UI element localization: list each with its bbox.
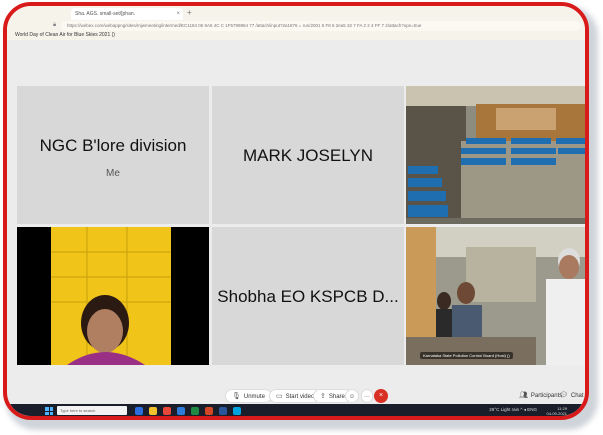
more-button[interactable]: ···	[361, 389, 373, 403]
conference-hall-video	[406, 86, 585, 224]
participants-icon: 👥︎	[519, 392, 528, 399]
participant-video-woman[interactable]	[17, 227, 209, 365]
chat-label: Chat	[570, 393, 584, 399]
new-tab-icon[interactable]: +	[187, 8, 192, 17]
screenshot-frame: Sha. AGS. small-set/[phan. × + 🔒︎ https:…	[3, 2, 589, 420]
edge-icon[interactable]	[177, 407, 185, 415]
excel-icon[interactable]	[191, 407, 199, 415]
participant-tile-shobha[interactable]: Shobha EO KSPCB D...	[212, 227, 404, 365]
participant-sub: Me	[106, 168, 120, 179]
windows-taskbar: Type here to search 29°C Light rain ^ ◂ …	[7, 404, 585, 416]
leave-button[interactable]: ×	[374, 389, 388, 403]
participant-caption: Karnataka State Pollution Control Board …	[420, 352, 513, 359]
participant-name: MARK JOSELYN	[242, 146, 374, 165]
address-bar[interactable]: https://webex.com/webappng/sites/mjwmeet…	[61, 21, 581, 31]
lock-icon: 🔒︎	[53, 22, 57, 28]
browser-tab[interactable]: Sha. AGS. small-set/[phan. ×	[71, 8, 183, 20]
microphone-icon: 🎙︎	[232, 393, 241, 400]
meeting-title: World Day of Clean Air for Blue Skies 20…	[15, 32, 115, 38]
reactions-button[interactable]: ☺	[345, 389, 359, 403]
participant-name: Shobha EO KSPCB D...	[217, 287, 399, 306]
tab-close-icon[interactable]: ×	[176, 8, 180, 20]
word-icon[interactable]	[219, 407, 227, 415]
participant-video-room[interactable]: Karnataka State Pollution Control Board …	[406, 227, 585, 365]
unmute-label: Unmute	[243, 394, 265, 400]
clock-date: 04-09-2021	[546, 411, 567, 416]
webex-icon[interactable]	[233, 407, 241, 415]
clock[interactable]: 11:29 04-09-2021	[547, 406, 567, 416]
chat-icon: 💬︎	[559, 392, 568, 399]
share-icon: ⇪	[320, 393, 326, 400]
participant-name: NGC B'lore division	[39, 136, 187, 155]
participant-tile-ngc[interactable]: NGC B'lore division Me	[17, 86, 209, 224]
camera-icon: ▭	[276, 393, 283, 400]
task-view-icon[interactable]	[135, 407, 143, 415]
meeting-room-video	[406, 227, 585, 365]
chat-button[interactable]: 💬︎ Chat	[553, 389, 585, 403]
browser-chrome: Sha. AGS. small-set/[phan. × + 🔒︎ https:…	[7, 6, 585, 40]
smiley-icon: ☺	[348, 394, 356, 400]
participant-video-hall[interactable]	[406, 86, 585, 224]
chrome-icon[interactable]	[163, 407, 171, 415]
system-tray[interactable]: 29°C Light rain ^ ◂ ENG	[489, 407, 537, 413]
tab-title: Sha. AGS. small-set/[phan.	[75, 11, 136, 17]
unmute-button[interactable]: 🎙︎ Unmute	[225, 389, 272, 403]
file-explorer-icon[interactable]	[149, 407, 157, 415]
participant-woman-video	[17, 227, 209, 365]
share-label: Share	[328, 394, 345, 400]
participant-tile-mark[interactable]: MARK JOSELYN	[212, 86, 404, 224]
start-video-label: Start video	[285, 394, 315, 400]
windows-start-icon[interactable]	[45, 407, 53, 415]
powerpoint-icon[interactable]	[205, 407, 213, 415]
taskbar-search[interactable]: Type here to search	[57, 406, 127, 415]
